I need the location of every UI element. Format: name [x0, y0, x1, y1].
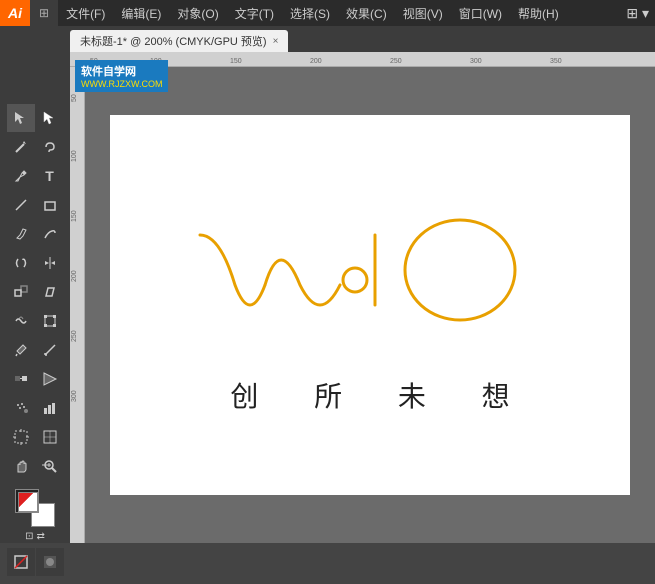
tab-bar: 未标题-1* @ 200% (CMYK/GPU 预览) ×: [0, 26, 655, 52]
menu-file[interactable]: 文件(F): [58, 0, 113, 26]
tool-row-hand: [7, 452, 64, 480]
color-boxes: [15, 489, 55, 527]
measure-tool[interactable]: [36, 336, 64, 364]
artboard-tool[interactable]: [7, 423, 35, 451]
svg-text:200: 200: [310, 58, 322, 65]
tool-row-artboard: [7, 423, 64, 451]
foreground-color-box[interactable]: [15, 489, 39, 513]
tool-row-scale: [7, 278, 64, 306]
rectangle-tool[interactable]: [36, 191, 64, 219]
select-tool[interactable]: [7, 104, 35, 132]
line-tool[interactable]: [7, 191, 35, 219]
menu-effect[interactable]: 效果(C): [338, 0, 395, 26]
watermark-line1: 软件自学网: [81, 63, 162, 79]
tool-row-symbol: [7, 394, 64, 422]
watermark-line2: WWW.RJZXW.COM: [81, 79, 162, 89]
menu-view[interactable]: 视图(V): [395, 0, 451, 26]
tagline-text: 创 所 未 想: [206, 375, 533, 415]
slice-tool[interactable]: [36, 365, 64, 393]
workspace-switcher-icon[interactable]: ⊞ ▾: [626, 5, 649, 22]
default-colors-icon[interactable]: ⊡: [25, 531, 33, 542]
smooth-tool[interactable]: [36, 220, 64, 248]
menu-edit[interactable]: 编辑(E): [113, 0, 169, 26]
tool-row-line: [7, 191, 64, 219]
svg-text:150: 150: [71, 210, 78, 222]
magic-wand-tool[interactable]: [7, 133, 35, 161]
ai-logo-icon: Ai: [0, 0, 30, 26]
tool-row-eyedrop: [7, 336, 64, 364]
vertical-ruler: 50 100 150 200 250 300: [70, 67, 85, 543]
artboard: 创 所 未 想: [110, 115, 630, 495]
warp-tool[interactable]: [7, 307, 35, 335]
svg-text:250: 250: [71, 330, 78, 342]
svg-text:200: 200: [71, 270, 78, 282]
tool-row-rotate: [7, 249, 64, 277]
pen-tool[interactable]: [7, 162, 35, 190]
canvas-row: 50 100 150 200 250 300: [70, 67, 655, 543]
direct-select-tool[interactable]: [36, 104, 64, 132]
app-icon-bar: ⊞: [30, 0, 58, 26]
color-section: ⊡ ⇄: [7, 489, 64, 584]
tool-row-magic: [7, 133, 64, 161]
none-fill-icon[interactable]: [7, 548, 35, 576]
tool-row-warp: [7, 307, 64, 335]
main-area: 软件自学网 WWW.RJZXW.COM: [0, 52, 655, 543]
rotate-tool[interactable]: [7, 249, 35, 277]
slice-select-tool[interactable]: [36, 423, 64, 451]
column-graph-tool[interactable]: [36, 394, 64, 422]
menu-object[interactable]: 对象(O): [169, 0, 226, 26]
svg-text:300: 300: [71, 390, 78, 402]
tool-row-pen: T: [7, 162, 64, 190]
pencil-tool[interactable]: [7, 220, 35, 248]
menu-help[interactable]: 帮助(H): [510, 0, 567, 26]
blend-tool[interactable]: [7, 365, 35, 393]
canvas-area: 创 所 未 想: [85, 67, 655, 543]
color-mode-row: ⊡ ⇄: [25, 531, 45, 542]
tool-row-select: [7, 104, 64, 132]
toolbar: 软件自学网 WWW.RJZXW.COM: [0, 52, 70, 543]
svg-text:250: 250: [390, 58, 402, 65]
eyedropper-tool[interactable]: [7, 336, 35, 364]
reflect-tool[interactable]: [36, 249, 64, 277]
tool-row-none-color: [7, 548, 64, 576]
active-tab[interactable]: 未标题-1* @ 200% (CMYK/GPU 预览) ×: [70, 30, 288, 52]
scale-tool[interactable]: [7, 278, 35, 306]
menu-window[interactable]: 窗口(W): [451, 0, 510, 26]
canvas-column: 50 100 150 200 250 300 350 50 100 150 200 250 …: [70, 52, 655, 543]
tool-row-blend: [7, 365, 64, 393]
svg-text:150: 150: [230, 58, 242, 65]
swap-colors-icon[interactable]: ⇄: [37, 531, 45, 542]
vaio-logo-graphic: [170, 195, 570, 355]
app-settings-icon[interactable]: ⊞: [36, 6, 52, 20]
menu-select[interactable]: 选择(S): [282, 0, 338, 26]
menu-bar: Ai ⊞ 文件(F) 编辑(E) 对象(O) 文字(T) 选择(S) 效果(C)…: [0, 0, 655, 26]
svg-text:100: 100: [71, 150, 78, 162]
menu-items: 文件(F) 编辑(E) 对象(O) 文字(T) 选择(S) 效果(C) 视图(V…: [58, 0, 626, 26]
hand-tool[interactable]: [7, 452, 35, 480]
shear-tool[interactable]: [36, 278, 64, 306]
canvas-color-mode-icon[interactable]: [36, 548, 64, 576]
zoom-tool[interactable]: [36, 452, 64, 480]
free-transform-tool[interactable]: [36, 307, 64, 335]
tab-close-button[interactable]: ×: [273, 36, 279, 47]
lasso-tool[interactable]: [36, 133, 64, 161]
tool-row-pencil: [7, 220, 64, 248]
symbol-spray-tool[interactable]: [7, 394, 35, 422]
svg-text:350: 350: [550, 58, 562, 65]
svg-text:50: 50: [71, 94, 78, 102]
watermark: 软件自学网 WWW.RJZXW.COM: [75, 60, 168, 92]
menu-text[interactable]: 文字(T): [227, 0, 282, 26]
tab-title: 未标题-1* @ 200% (CMYK/GPU 预览): [80, 33, 267, 49]
svg-text:300: 300: [470, 58, 482, 65]
type-tool[interactable]: T: [36, 162, 64, 190]
